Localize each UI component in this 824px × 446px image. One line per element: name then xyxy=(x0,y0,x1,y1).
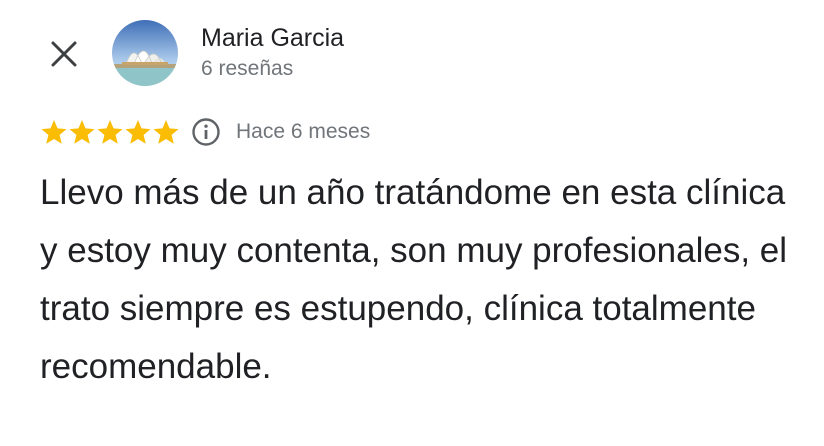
avatar[interactable] xyxy=(112,20,178,86)
close-button[interactable] xyxy=(46,36,82,72)
star-rating xyxy=(40,118,180,146)
close-icon xyxy=(51,41,77,67)
star-icon xyxy=(69,120,95,144)
reviewer-name[interactable]: Maria Garcia xyxy=(201,22,344,54)
rating-row: Hace 6 meses xyxy=(40,116,370,148)
star-icon xyxy=(97,120,123,144)
star-icon xyxy=(41,120,67,144)
review-text: Llevo más de un año tratándome en esta c… xyxy=(40,173,788,386)
star-icon xyxy=(153,120,179,144)
review-date: Hace 6 meses xyxy=(236,120,371,143)
reviews-count[interactable]: 6 reseñas xyxy=(201,55,293,83)
info-button[interactable] xyxy=(190,116,222,148)
sydney-opera-house-avatar-icon xyxy=(112,20,178,86)
info-icon xyxy=(192,118,220,146)
star-icon xyxy=(125,120,151,144)
